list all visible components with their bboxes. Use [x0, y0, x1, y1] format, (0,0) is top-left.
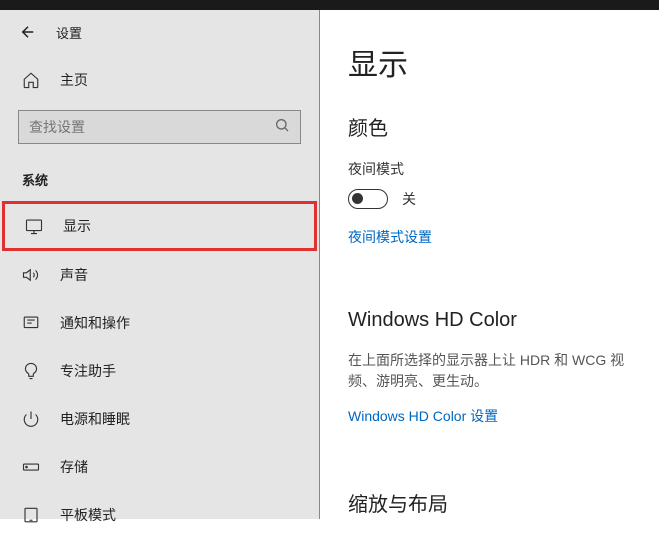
- hd-color-heading: Windows HD Color: [348, 309, 659, 332]
- hd-color-description: 在上面所选择的显示器上让 HDR 和 WCG 视频、游明亮、更生动。: [348, 350, 628, 392]
- sidebar-section-title: 系统: [0, 162, 319, 201]
- content-area: 显示 颜色 夜间模式 关 夜间模式设置 Windows HD Color 在上面…: [320, 10, 659, 519]
- power-icon: [22, 410, 40, 428]
- home-icon: [22, 71, 40, 89]
- header-row: 设置: [0, 22, 319, 60]
- settings-window: 设置 主页 系统 显示: [0, 10, 659, 519]
- window-title: 设置: [56, 23, 82, 42]
- notification-icon: [22, 314, 40, 332]
- back-button[interactable]: [18, 22, 38, 42]
- sidebar-item-label: 平板模式: [60, 505, 116, 525]
- nav-list: 显示 声音 通知和操作 专注助手: [0, 201, 319, 539]
- sidebar-item-label: 声音: [60, 265, 88, 285]
- sidebar-item-label: 专注助手: [60, 361, 116, 381]
- sidebar-item-storage[interactable]: 存储: [0, 443, 319, 491]
- color-section: 颜色 夜间模式 关 夜间模式设置: [348, 112, 659, 279]
- night-mode-settings-link[interactable]: 夜间模式设置: [348, 227, 432, 247]
- toggle-knob: [352, 193, 363, 204]
- display-icon: [25, 217, 43, 235]
- sidebar-item-label: 电源和睡眠: [60, 409, 130, 429]
- search-wrap: [0, 100, 319, 162]
- night-mode-toggle-row: 关: [348, 189, 659, 209]
- night-mode-label: 夜间模式: [348, 159, 659, 179]
- sidebar: 设置 主页 系统 显示: [0, 10, 320, 519]
- sidebar-item-sound[interactable]: 声音: [0, 251, 319, 299]
- hd-color-settings-link[interactable]: Windows HD Color 设置: [348, 406, 498, 426]
- sidebar-item-label: 显示: [63, 216, 91, 236]
- night-mode-toggle[interactable]: [348, 189, 388, 209]
- search-icon: [274, 117, 290, 138]
- sound-icon: [22, 266, 40, 284]
- home-label: 主页: [60, 70, 88, 90]
- search-box[interactable]: [18, 110, 301, 144]
- storage-icon: [22, 458, 40, 476]
- sidebar-item-label: 存储: [60, 457, 88, 477]
- window-topbar: [0, 0, 659, 10]
- sidebar-item-notifications[interactable]: 通知和操作: [0, 299, 319, 347]
- sidebar-item-tablet[interactable]: 平板模式: [0, 491, 319, 539]
- sidebar-item-home[interactable]: 主页: [0, 60, 319, 100]
- sidebar-item-label: 通知和操作: [60, 313, 130, 333]
- color-heading: 颜色: [348, 112, 659, 141]
- scaling-section: 缩放与布局 更改文本、应用等项目的大小: [348, 488, 659, 519]
- sidebar-item-focus[interactable]: 专注助手: [0, 347, 319, 395]
- sidebar-item-display[interactable]: 显示: [2, 201, 317, 251]
- scaling-heading: 缩放与布局: [348, 488, 659, 517]
- page-title: 显示: [348, 40, 659, 84]
- toggle-state-label: 关: [402, 189, 416, 209]
- sidebar-item-power[interactable]: 电源和睡眠: [0, 395, 319, 443]
- arrow-left-icon: [19, 23, 37, 41]
- tablet-icon: [22, 506, 40, 524]
- hd-color-section: Windows HD Color 在上面所选择的显示器上让 HDR 和 WCG …: [348, 309, 659, 458]
- focus-icon: [22, 362, 40, 380]
- search-input[interactable]: [29, 119, 274, 135]
